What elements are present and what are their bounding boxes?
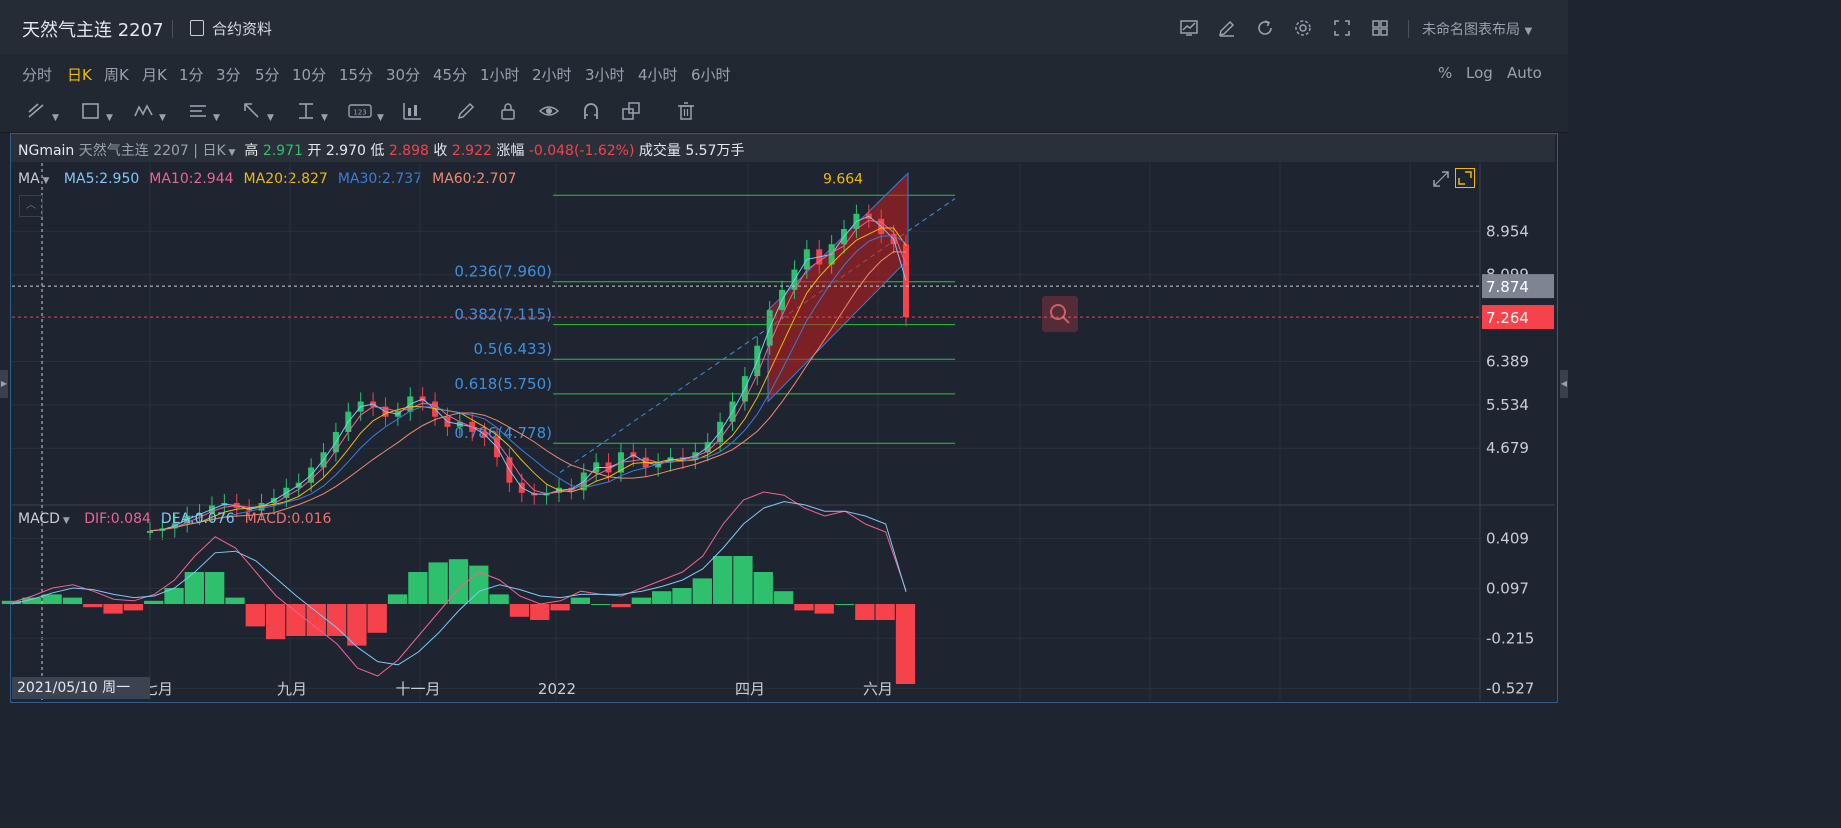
right-panel-arrow-icon[interactable]: ◀ — [1560, 370, 1568, 398]
magnet-icon[interactable] — [580, 100, 602, 122]
chevron-down-icon: ▼ — [1524, 26, 1533, 37]
svg-text:123: 123 — [353, 109, 366, 117]
chevron-down-icon[interactable]: ▼ — [60, 516, 70, 526]
drawing-toolbar — [0, 92, 1568, 133]
divider — [172, 20, 173, 38]
candle-tool-icon[interactable] — [401, 100, 423, 122]
trash-icon[interactable] — [675, 100, 697, 122]
divider — [1408, 20, 1409, 38]
fib-tool-icon[interactable]: ▼ — [295, 100, 328, 123]
period-0[interactable]: 分时 — [22, 64, 52, 85]
open-value: 2.970 — [325, 143, 366, 159]
chevron-down-icon[interactable]: ▼ — [226, 148, 236, 158]
ma-value-3: MA30:2.737 — [337, 171, 423, 187]
number-tool-icon[interactable]: 123 ▼ — [347, 100, 384, 123]
expand-icon[interactable] — [1432, 170, 1450, 192]
ma-value-0: MA5:2.950 — [63, 171, 140, 187]
pen-icon[interactable] — [455, 100, 477, 122]
macd-value-0: DIF:0.084 — [84, 511, 151, 527]
period-10[interactable]: 45分 — [433, 64, 467, 85]
instrument-name: 天然气主连 2207 — [78, 143, 189, 159]
edit-icon[interactable] — [1217, 18, 1237, 38]
eye-icon[interactable] — [538, 100, 560, 122]
period-label: 日K — [202, 143, 226, 159]
low-value: 2.898 — [388, 143, 429, 159]
period-15[interactable]: 6小时 — [691, 64, 731, 85]
ohlc-info: NGmain 天然气主连 2207 | 日K ▼ 高 2.971 开 2.970… — [18, 143, 745, 159]
scale-option-1[interactable]: Log — [1466, 64, 1493, 82]
arrow-tool-icon[interactable]: ▼ — [241, 100, 274, 123]
document-icon — [190, 20, 204, 36]
close-value: 2.922 — [451, 143, 492, 159]
period-6[interactable]: 5分 — [255, 64, 280, 85]
chevron-down-icon[interactable]: ▼ — [40, 176, 50, 186]
ma-label: MA — [18, 171, 40, 187]
period-3[interactable]: 月K — [142, 64, 167, 85]
ma-legend: MA ▼ MA5:2.950 MA10:2.944 MA20:2.827 MA30:2… — [18, 171, 516, 187]
instrument-title: 天然气主连 2207 — [22, 20, 164, 41]
ma-value-2: MA20:2.827 — [243, 171, 328, 187]
gear-icon[interactable] — [1293, 18, 1313, 38]
period-14[interactable]: 4小时 — [638, 64, 678, 85]
macd-legend: MACD ▼ DIF:0.084 DEA:0.076 MACD:0.016 — [18, 511, 331, 527]
period-8[interactable]: 15分 — [339, 64, 373, 85]
pattern-tool-icon[interactable]: ▼ — [133, 100, 166, 123]
lock-icon[interactable] — [497, 100, 519, 122]
period-12[interactable]: 2小时 — [532, 64, 572, 85]
period-11[interactable]: 1小时 — [480, 64, 520, 85]
grid-icon[interactable] — [1370, 18, 1390, 38]
macd-value-2: MACD:0.016 — [244, 511, 332, 527]
fullscreen-icon[interactable] — [1332, 18, 1352, 38]
scale-option-2[interactable]: Auto — [1507, 64, 1542, 82]
left-panel-arrow-icon[interactable]: ▶ — [0, 370, 8, 398]
text-tool-icon[interactable]: ▼ — [187, 100, 220, 123]
search-icon[interactable] — [1042, 296, 1078, 332]
refresh-icon[interactable] — [1255, 18, 1275, 38]
collapse-icon[interactable]: ︿ — [19, 195, 43, 217]
crosshair-date: 2021/05/10 周一 — [12, 677, 150, 699]
ma-value-1: MA10:2.944 — [149, 171, 234, 187]
maximize-icon[interactable] — [1455, 168, 1475, 188]
period-5[interactable]: 3分 — [216, 64, 241, 85]
period-4[interactable]: 1分 — [179, 64, 204, 85]
change-value: -0.048(-1.62%) — [528, 143, 635, 159]
macd-label: MACD — [18, 511, 60, 527]
chart-panel[interactable] — [10, 133, 1558, 703]
symbol: NGmain — [18, 143, 75, 159]
rectangle-tool-icon[interactable]: ▼ — [80, 100, 113, 123]
period-1[interactable]: 日K — [67, 64, 92, 85]
volume-value: 5.57万手 — [685, 143, 745, 159]
scale-option-0[interactable]: % — [1438, 64, 1452, 82]
macd-value-1: DEA:0.076 — [160, 511, 235, 527]
layers-icon[interactable] — [620, 100, 642, 122]
period-2[interactable]: 周K — [104, 64, 129, 85]
trendline-tool-icon[interactable]: ▼ — [26, 100, 59, 123]
period-7[interactable]: 10分 — [292, 64, 326, 85]
period-9[interactable]: 30分 — [386, 64, 420, 85]
contract-info-button[interactable]: 合约资料 — [190, 18, 272, 39]
layout-selector[interactable]: 未命名图表布局 ▼ — [1422, 19, 1532, 39]
ma-value-4: MA60:2.707 — [432, 171, 517, 187]
high-value: 2.971 — [262, 143, 303, 159]
chart-icon[interactable] — [1179, 18, 1199, 38]
period-13[interactable]: 3小时 — [585, 64, 625, 85]
